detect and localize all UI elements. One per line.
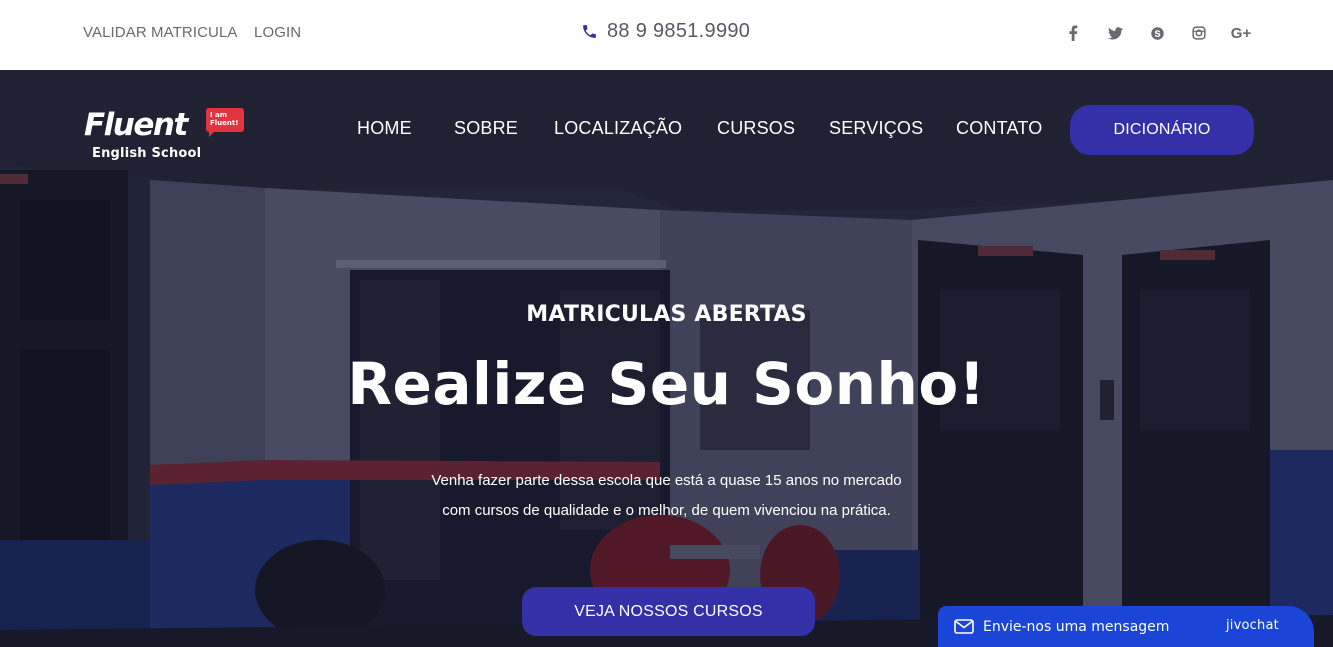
jivochat-brand: jivochat: [1226, 618, 1279, 633]
nav-cursos[interactable]: CURSOS: [717, 118, 795, 139]
google-plus-icon[interactable]: G+: [1230, 22, 1252, 44]
envelope-icon: [954, 619, 974, 634]
hero-description-line-1: Venha fazer parte dessa escola que está …: [431, 472, 902, 489]
logo-wordmark: Fluent: [84, 107, 188, 143]
facebook-icon[interactable]: [1062, 22, 1084, 44]
top-bar: VALIDAR MATRICULA LOGIN 88 9 9851.9990 G…: [0, 0, 1333, 70]
nav-contato[interactable]: CONTATO: [956, 118, 1042, 139]
instagram-icon[interactable]: [1188, 22, 1210, 44]
hero-headline: Realize Seu Sonho!: [347, 350, 986, 418]
phone-icon: [583, 25, 596, 38]
nav-sobre[interactable]: SOBRE: [454, 118, 518, 139]
hero-description-line-2: com cursos de qualidade e o melhor, de q…: [442, 502, 891, 519]
nav-home[interactable]: HOME: [357, 118, 412, 139]
logo-speech-bubble: I am Fluent!: [206, 108, 244, 137]
nav-servicos[interactable]: SERVIÇOS: [829, 118, 923, 139]
hero-eyebrow: MATRICULAS ABERTAS: [526, 302, 807, 327]
phone-contact[interactable]: 88 9 9851.9990: [581, 20, 750, 43]
view-courses-button[interactable]: VEJA NOSSOS CURSOS: [522, 587, 815, 636]
chat-label: Envie-nos uma mensagem: [983, 618, 1170, 635]
google-plus-label: G+: [1230, 24, 1252, 42]
login-link[interactable]: LOGIN: [254, 24, 301, 41]
phone-number: 88 9 9851.9990: [607, 20, 751, 42]
skype-icon[interactable]: [1146, 22, 1168, 44]
fluent-logo[interactable]: Fluent I am Fluent! English School: [84, 107, 249, 165]
nav-localizacao[interactable]: LOCALIZAÇÃO: [554, 118, 682, 139]
twitter-icon[interactable]: [1104, 22, 1126, 44]
jivochat-widget[interactable]: Envie-nos uma mensagem jivochat: [938, 606, 1314, 647]
social-links: G+: [1062, 22, 1272, 44]
logo-subtitle: English School: [92, 146, 202, 161]
validate-enrollment-link[interactable]: VALIDAR MATRICULA: [83, 24, 238, 41]
dictionary-button[interactable]: DICIONÁRIO: [1070, 105, 1254, 155]
